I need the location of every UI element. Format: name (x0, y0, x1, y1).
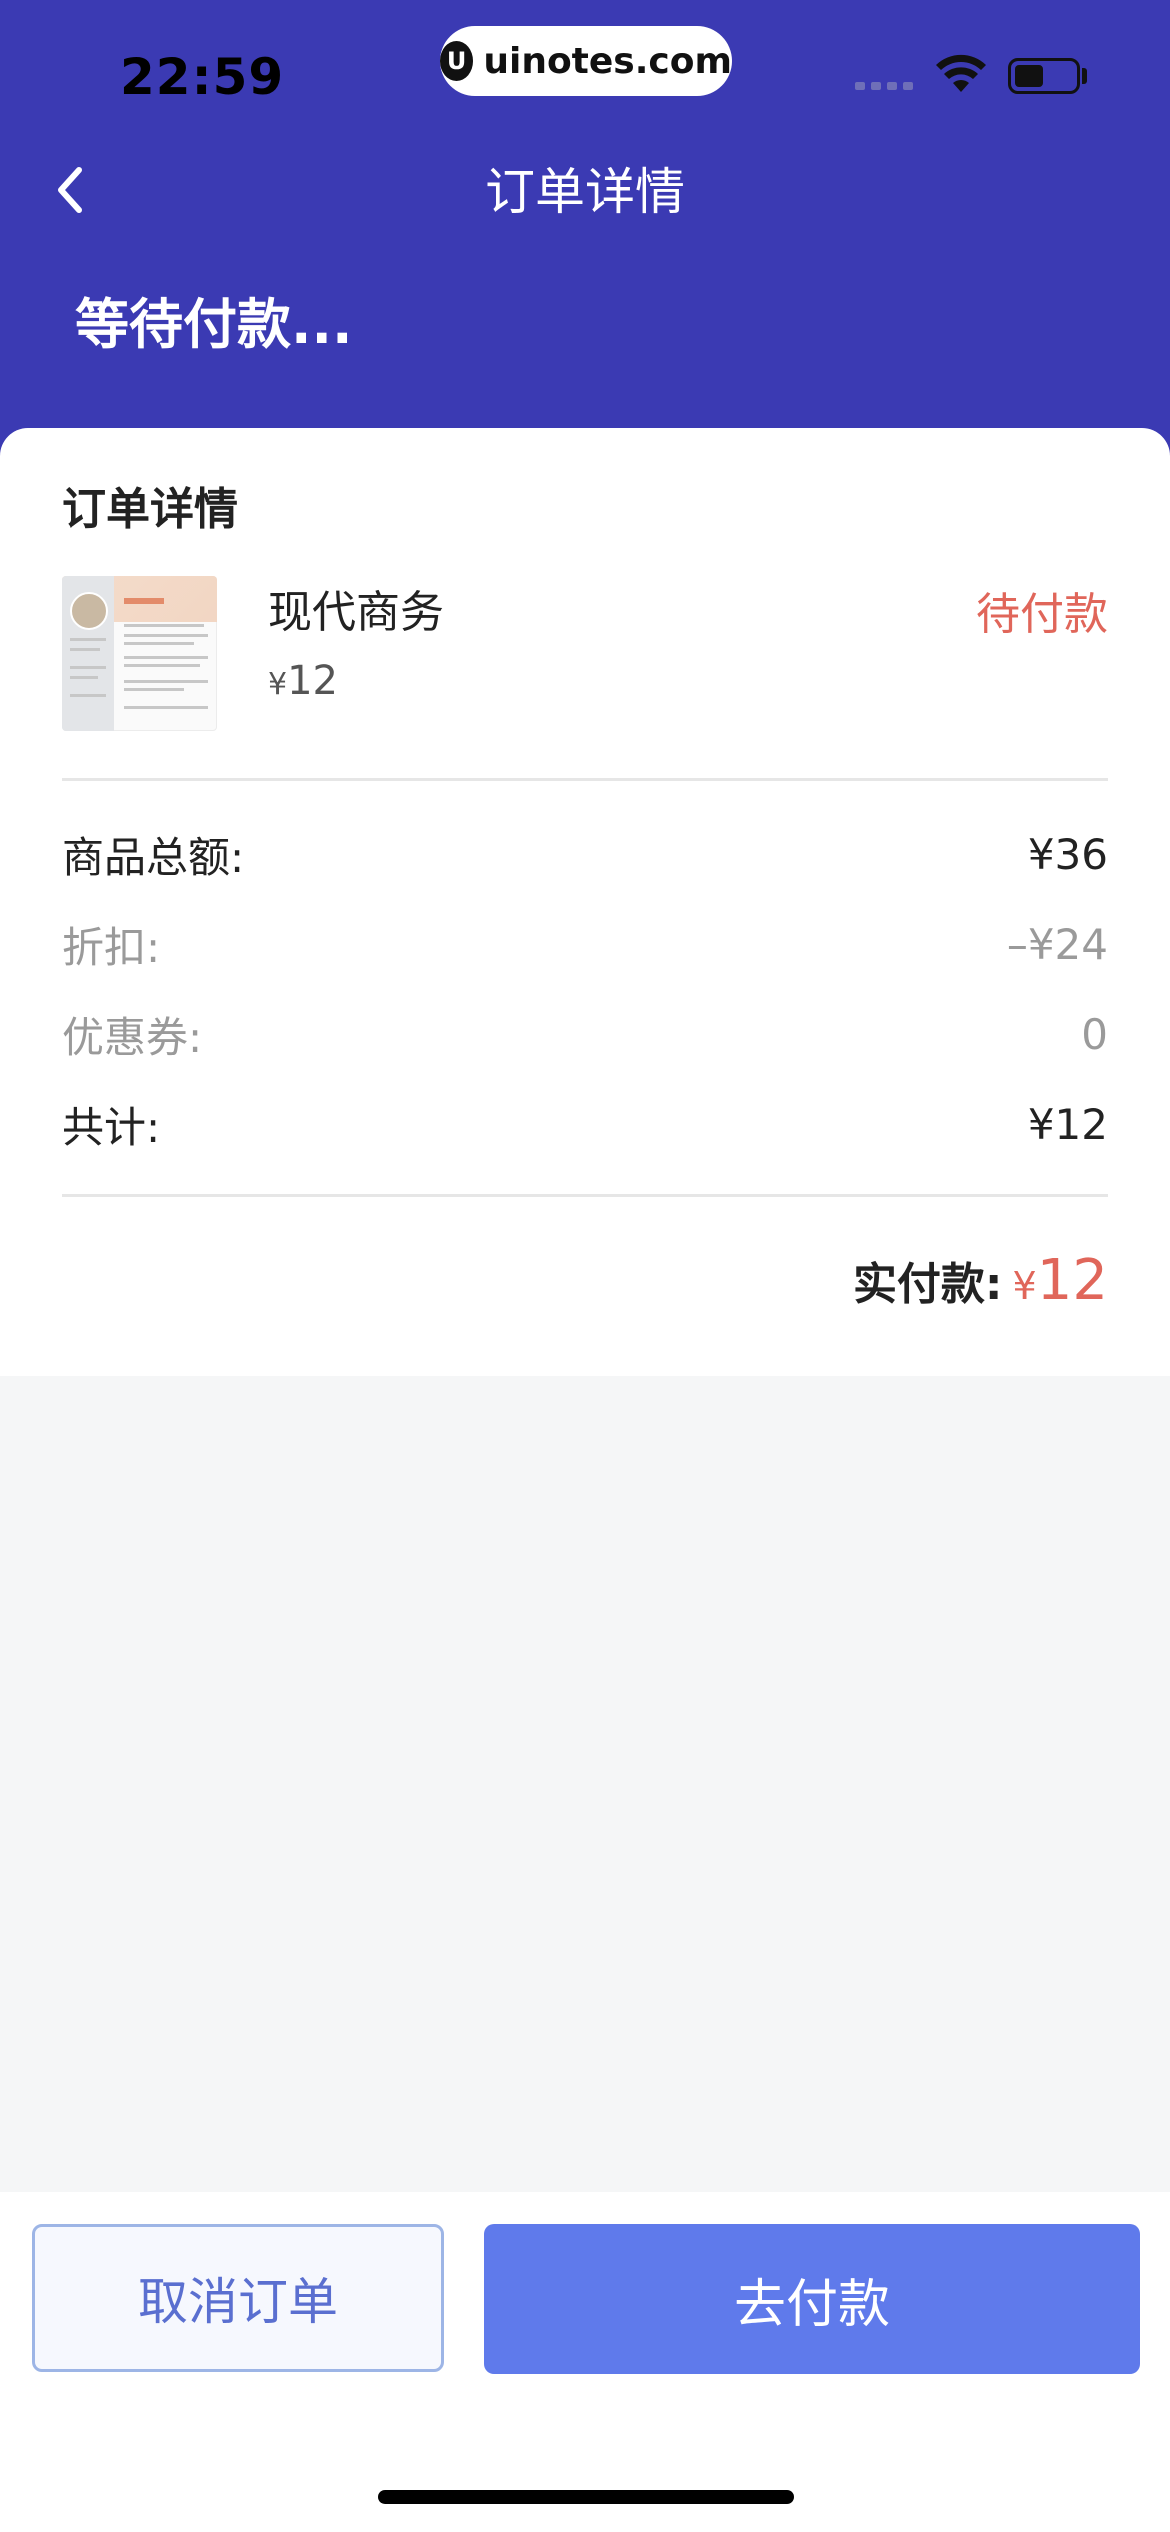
paid-label: 实付款: (852, 1259, 1003, 1310)
battery-icon (1008, 58, 1080, 94)
paid-currency: ¥ (1012, 1264, 1037, 1308)
summary-label: 商品总额: (62, 832, 245, 882)
order-detail-card: 订单详情 现代商务 ¥12 待付款 商品总额: ¥36 折扣: –¥24 优惠券… (0, 428, 1170, 1376)
summary-label: 折扣: (62, 922, 161, 972)
status-time: 22:59 (120, 48, 285, 106)
summary-label: 共计: (62, 1102, 161, 1152)
battery-cap (1082, 68, 1087, 84)
bottom-action-bar: 取消订单 去付款 (0, 2192, 1170, 2532)
header: 22:59 U uinotes.com 订单详情 等待付款... (0, 0, 1170, 500)
summary-row-coupon: 优惠券: 0 (62, 1004, 1108, 1064)
cancel-order-button[interactable]: 取消订单 (32, 2224, 444, 2372)
url-pill[interactable]: U uinotes.com (440, 26, 732, 96)
product-thumbnail[interactable] (62, 576, 217, 731)
divider (62, 778, 1108, 781)
summary-row-total: 商品总额: ¥36 (62, 824, 1108, 884)
product-price: ¥12 (268, 658, 338, 704)
summary-row-sum: 共计: ¥12 (62, 1094, 1108, 1154)
product-price-currency: ¥ (268, 667, 288, 702)
card-title: 订单详情 (62, 484, 238, 535)
product-name: 现代商务 (268, 587, 444, 638)
home-indicator[interactable] (378, 2490, 794, 2504)
summary-value: –¥24 (1006, 919, 1108, 969)
product-price-value: 12 (287, 658, 338, 704)
status-bar: 22:59 U uinotes.com (0, 0, 1170, 130)
cellular-signal-icon (855, 82, 913, 90)
summary-value: ¥12 (1027, 1099, 1108, 1149)
paid-amount: 实付款: ¥ 12 (853, 1248, 1108, 1313)
summary-row-discount: 折扣: –¥24 (62, 914, 1108, 974)
paid-value: 12 (1036, 1248, 1108, 1313)
site-logo-icon: U (440, 41, 474, 81)
pay-button[interactable]: 去付款 (484, 2224, 1140, 2374)
summary-value: ¥36 (1027, 829, 1108, 879)
order-status-heading: 等待付款... (75, 293, 353, 356)
wifi-icon (936, 54, 986, 92)
summary-label: 优惠券: (62, 1012, 203, 1062)
divider (62, 1194, 1108, 1197)
url-text: uinotes.com (483, 40, 732, 82)
summary-value: 0 (1081, 1009, 1108, 1059)
product-status-badge: 待付款 (976, 589, 1108, 640)
page-title: 订单详情 (485, 163, 685, 221)
